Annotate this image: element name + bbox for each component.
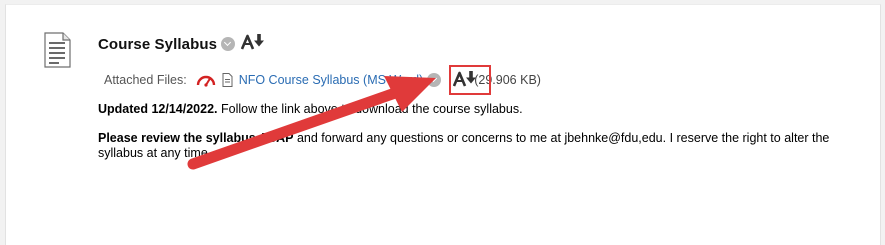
content-item-panel: Course Syllabus Attached Files: NFO Cour… [5, 4, 881, 245]
updated-note: Updated 12/14/2022. Follow the link abov… [98, 102, 523, 117]
alternate-download-icon[interactable] [240, 33, 265, 56]
speedometer-icon [196, 75, 215, 87]
item-header: Course Syllabus [98, 32, 265, 56]
chevron-down-icon[interactable] [221, 37, 236, 51]
highlight-box [449, 65, 491, 95]
review-note: Please review the syllabus ASAP and forw… [98, 131, 858, 161]
syllabus-file-link[interactable]: NFO Course Syllabus (MS Word) [239, 73, 424, 87]
updated-rest: Follow the link above to download the co… [217, 102, 523, 116]
updated-bold: Updated 12/14/2022. [98, 102, 218, 116]
file-icon [222, 73, 233, 87]
item-title[interactable]: Course Syllabus [98, 36, 217, 53]
attached-files-label: Attached Files: [104, 73, 187, 87]
document-icon [44, 32, 71, 68]
review-bold: Please review the syllabus ASAP [98, 131, 294, 145]
chevron-down-icon[interactable] [427, 73, 442, 87]
